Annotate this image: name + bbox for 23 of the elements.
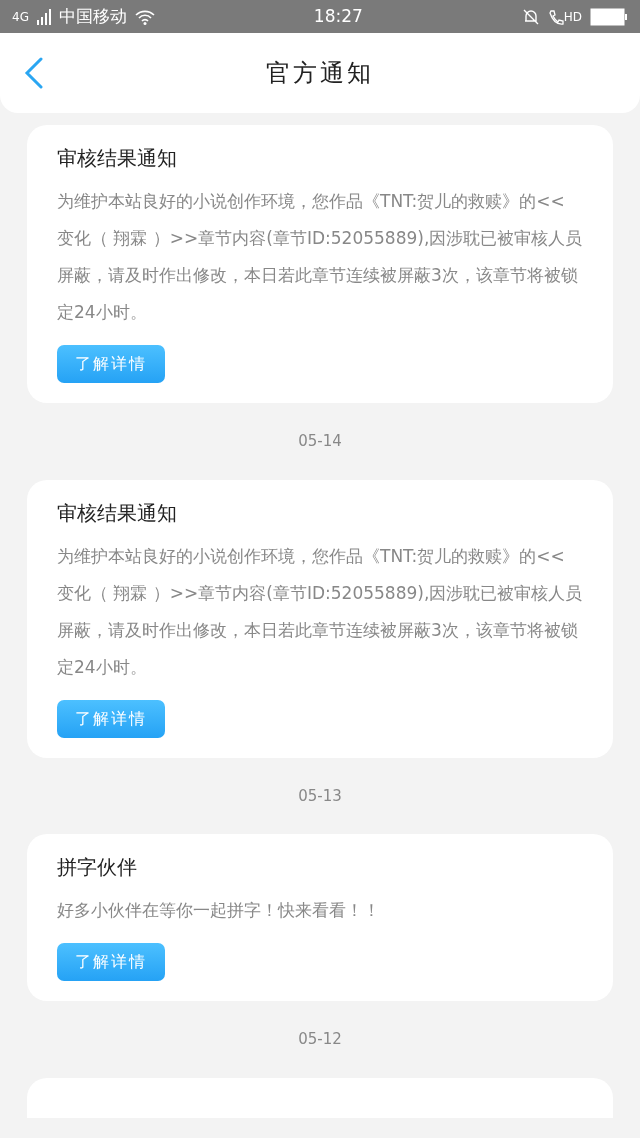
- clock: 18:27: [312, 4, 364, 28]
- muted-bell-icon: [521, 7, 540, 26]
- hd-label: HD: [563, 8, 582, 26]
- battery-icon: [590, 7, 628, 26]
- notice-title: 审核结果通知: [57, 499, 178, 527]
- details-button[interactable]: 了解详情: [57, 943, 165, 981]
- network-label: 4G: [12, 8, 29, 26]
- notice-date: 05-12: [297, 1029, 343, 1050]
- notice-title: 拼字伙伴: [57, 854, 138, 881]
- notice-title: 审核结果通知: [57, 145, 178, 172]
- notice-text: 为维护本站良好的小说创作环境，您作品《TNT:贺儿的救赎》的<< 变化（ 翔霖 ）>>章节内容(章节ID:52055889),因涉耽已被审核人员屏蔽，请及时作出修改，本日若此章节连续被屏蔽3次，该章节将被锁定24小时。: [57, 544, 583, 679]
- carrier-label: 中国移动: [58, 4, 127, 28]
- page-title: 官方通知: [266, 58, 374, 89]
- notice-text: 好多小伙伴在等你一起拼字！快来看看！！: [57, 899, 381, 922]
- details-button[interactable]: 了解详情: [57, 699, 165, 738]
- notice-date: 05-13: [297, 785, 343, 807]
- notice-text: 为维护本站良好的小说创作环境，您作品《TNT:贺儿的救赎》的<< 变化（ 翔霖 ）>>章节内容(章节ID:52055889),因涉耽已被审核人员屏蔽，请及时作出修改，本日若此章节连续被屏蔽3次，该章节将被锁定24小时。: [57, 190, 583, 324]
- details-button[interactable]: 了解详情: [57, 345, 165, 383]
- wifi-icon: [134, 8, 155, 25]
- signal-icon: [36, 8, 51, 25]
- notice-date: 05-14: [297, 431, 343, 452]
- back-icon[interactable]: [24, 57, 44, 89]
- phone-icon: [547, 7, 564, 26]
